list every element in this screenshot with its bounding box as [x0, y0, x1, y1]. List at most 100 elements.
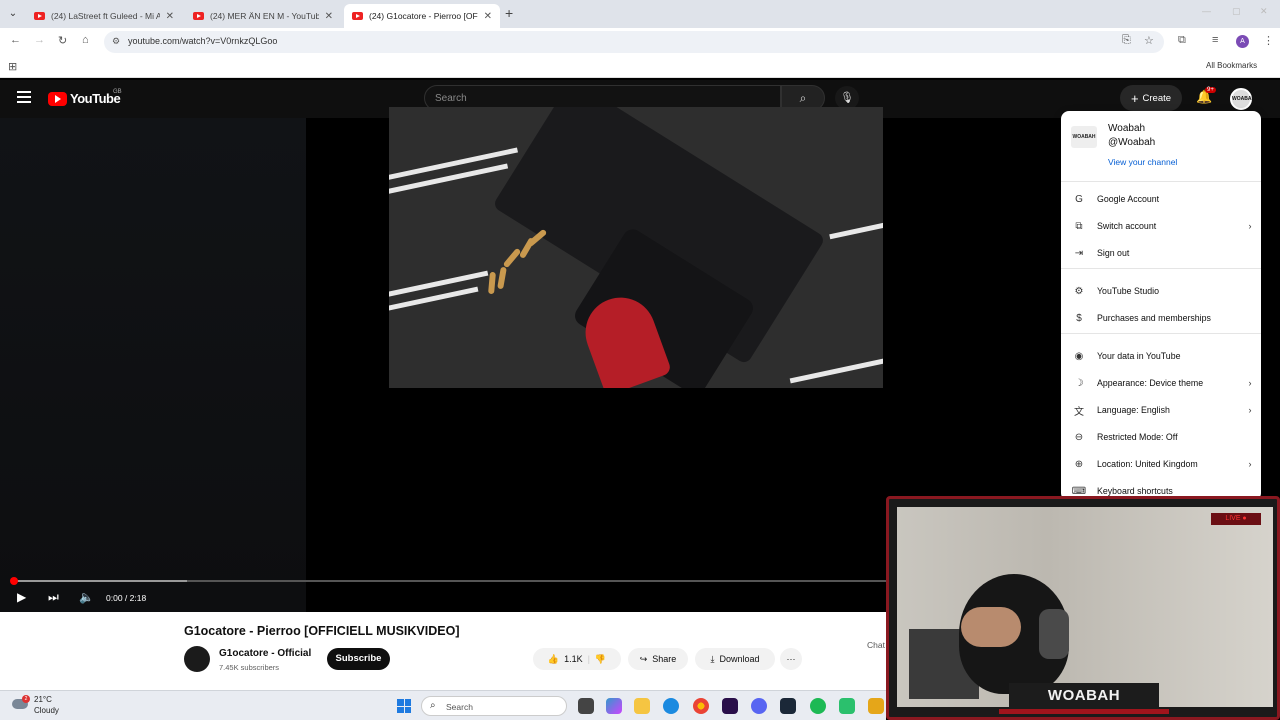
- menu-item-icon: ⊖: [1074, 431, 1084, 443]
- tab-label: (24) LaStreet ft Guleed - Mi Amor: [51, 11, 160, 21]
- account-menu-item[interactable]: $ Purchases and memberships: [1061, 306, 1261, 330]
- dislike-icon[interactable]: 👎: [595, 654, 606, 665]
- scrubber-handle[interactable]: [10, 577, 18, 585]
- tab-mer-an-en-m[interactable]: (24) MER ÄN EN M - YouTube ✕: [185, 4, 341, 28]
- all-bookmarks-button[interactable]: All Bookmarks: [1206, 61, 1257, 70]
- player-ambient-left: [0, 118, 306, 612]
- minimize-icon[interactable]: —: [1202, 6, 1211, 16]
- menu-item-icon: ⚙: [1074, 285, 1084, 297]
- tab-lastreet[interactable]: (24) LaStreet ft Guleed - Mi Amor ✕: [26, 4, 182, 28]
- like-dislike-group[interactable]: 👍 1.1K | 👎: [533, 648, 621, 670]
- forward-icon[interactable]: →: [34, 34, 45, 46]
- bullet-shape: [488, 271, 496, 295]
- media-controls-icon[interactable]: ≡: [1212, 34, 1218, 46]
- account-menu: WOABAH Woabah @Woabah View your channel …: [1061, 111, 1261, 501]
- play-icon[interactable]: ▶: [17, 590, 26, 604]
- rockstar-icon[interactable]: [868, 698, 884, 714]
- account-menu-item[interactable]: ⇥ Sign out: [1061, 241, 1261, 265]
- divider: |: [587, 654, 590, 664]
- download-icon: ⤓: [710, 653, 715, 664]
- apps-grid-icon[interactable]: ⊞: [8, 60, 17, 73]
- microphone-icon: 🎙: [840, 92, 854, 104]
- account-menu-item[interactable]: ⧉ Switch account ›: [1061, 214, 1261, 238]
- spotify-icon[interactable]: [810, 698, 826, 714]
- account-handle: @Woabah: [1108, 137, 1156, 148]
- chevron-right-icon: ›: [1248, 405, 1252, 415]
- menu-item-label: Google Account: [1097, 194, 1160, 204]
- menu-item-label: Your data in YouTube: [1097, 351, 1181, 361]
- chrome-menu-icon[interactable]: ⋮: [1263, 34, 1274, 47]
- channel-name[interactable]: G1ocatore - Official: [219, 648, 311, 659]
- site-info-icon[interactable]: ⚙: [112, 36, 120, 47]
- volume-icon[interactable]: 🔈: [79, 590, 94, 604]
- search-icon: ⌕: [799, 91, 807, 105]
- plus-icon: +: [1130, 90, 1139, 106]
- notification-badge: 9+: [1205, 87, 1216, 93]
- weather-temperature[interactable]: 21°C: [34, 695, 52, 704]
- file-explorer-icon[interactable]: [634, 698, 650, 714]
- progress-bar[interactable]: [12, 580, 886, 582]
- menu-item-icon: ⊕: [1074, 458, 1084, 470]
- chat-label[interactable]: Chat: [867, 640, 885, 650]
- account-avatar[interactable]: WOABAH: [1230, 88, 1255, 110]
- account-menu-item[interactable]: ◉ Your data in YouTube: [1061, 344, 1261, 368]
- youtube-logo-icon[interactable]: [48, 92, 67, 106]
- discord-icon[interactable]: [751, 698, 767, 714]
- next-icon[interactable]: ⏭: [48, 590, 59, 605]
- tab-close-icon[interactable]: ✕: [484, 11, 492, 22]
- home-icon[interactable]: ⌂: [82, 34, 89, 46]
- back-icon[interactable]: ←: [10, 34, 21, 46]
- account-menu-item[interactable]: ⚙ YouTube Studio: [1061, 279, 1261, 303]
- share-button[interactable]: ↪ Share: [628, 648, 688, 670]
- app-icon[interactable]: [839, 698, 855, 714]
- floor-stripe: [829, 219, 883, 240]
- chrome-icon[interactable]: [693, 698, 709, 714]
- install-app-icon[interactable]: ⎘: [1122, 34, 1131, 47]
- tab-search-chevron-icon[interactable]: ⌄: [4, 6, 22, 22]
- region-code: GB: [113, 89, 122, 95]
- new-tab-button[interactable]: +: [505, 5, 513, 21]
- video-frame[interactable]: [389, 107, 883, 388]
- weather-condition[interactable]: Cloudy: [34, 706, 59, 715]
- menu-icon[interactable]: [17, 91, 31, 103]
- account-menu-item[interactable]: 文 Language: English ›: [1061, 398, 1261, 422]
- chevron-right-icon: ›: [1248, 221, 1252, 231]
- download-button[interactable]: ⤓ Download: [695, 648, 775, 670]
- start-windows-icon[interactable]: [397, 699, 411, 713]
- subscribe-button[interactable]: Subscribe: [327, 648, 390, 670]
- reload-icon[interactable]: ↻: [58, 34, 67, 47]
- maximize-icon[interactable]: ▢: [1232, 6, 1241, 17]
- more-actions-button[interactable]: ···: [780, 648, 802, 670]
- window-close-icon[interactable]: ✕: [1260, 6, 1268, 17]
- menu-item-icon: $: [1076, 312, 1082, 324]
- menu-item-label: Sign out: [1097, 248, 1130, 258]
- task-view-icon[interactable]: [578, 698, 594, 714]
- channel-avatar[interactable]: [184, 646, 210, 672]
- account-menu-item[interactable]: ⊕ Location: United Kingdom ›: [1061, 452, 1261, 476]
- tab-close-icon[interactable]: ✕: [325, 11, 333, 22]
- time-display: 0:00 / 2:18: [106, 593, 147, 603]
- tab-g1ocatore[interactable]: (24) G1ocatore - Pierroo [OFFICIELL ✕: [344, 4, 500, 28]
- premiere-icon[interactable]: [722, 698, 738, 714]
- copilot-icon[interactable]: [606, 698, 622, 714]
- account-menu-avatar: WOABAH: [1071, 126, 1097, 148]
- bookmark-star-icon[interactable]: ☆: [1144, 34, 1154, 47]
- video-info-panel: G1ocatore - Pierroo [OFFICIELL MUSIKVIDE…: [0, 612, 886, 690]
- like-icon[interactable]: 👍: [548, 654, 559, 665]
- menu-item-icon: ◉: [1074, 350, 1084, 362]
- taskbar-search-placeholder: Search: [446, 702, 473, 712]
- create-button[interactable]: + Create: [1120, 85, 1182, 111]
- chrome-profile-avatar[interactable]: A: [1236, 35, 1249, 48]
- account-menu-item[interactable]: G Google Account: [1061, 187, 1261, 211]
- taskbar-search-input[interactable]: ⌕ Search: [421, 696, 567, 716]
- account-menu-item[interactable]: ☽ Appearance: Device theme ›: [1061, 371, 1261, 395]
- edge-icon[interactable]: [663, 698, 679, 714]
- address-bar[interactable]: ⚙ youtube.com/watch?v=V0rnkzQLGoo: [104, 31, 1164, 53]
- divider: [1061, 333, 1261, 334]
- tab-close-icon[interactable]: ✕: [166, 11, 174, 22]
- steam-icon[interactable]: [780, 698, 796, 714]
- extensions-icon[interactable]: ⧉: [1178, 34, 1186, 47]
- view-channel-link[interactable]: View your channel: [1108, 157, 1177, 167]
- account-menu-item[interactable]: ⊖ Restricted Mode: Off: [1061, 425, 1261, 449]
- live-badge: LIVE ●: [1211, 513, 1261, 525]
